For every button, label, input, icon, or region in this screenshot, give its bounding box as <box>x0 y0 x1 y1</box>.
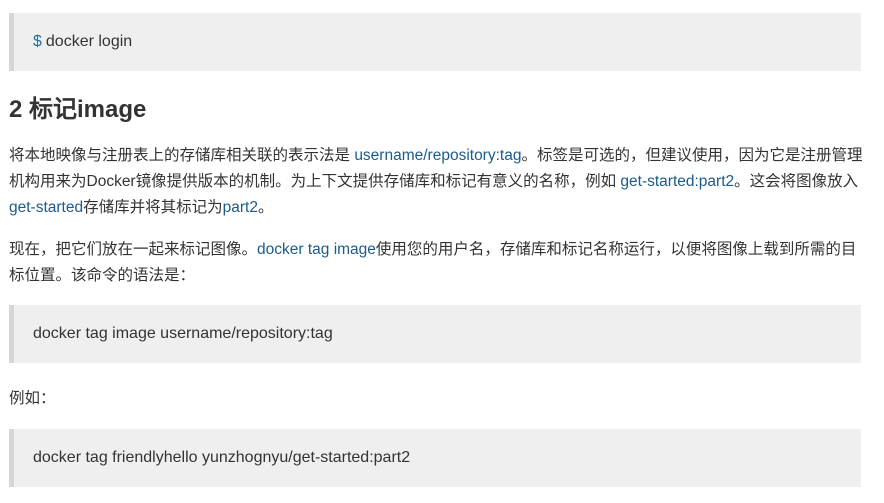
paragraph-example: 例如： <box>9 386 865 412</box>
paragraph-text: 。这会将图像放入 <box>734 173 859 190</box>
inline-code-username-repository-tag[interactable]: username/repository:tag <box>354 147 521 164</box>
code-command: docker login <box>45 33 133 50</box>
paragraph-text: 将本地映像与注册表上的存储库相关联的表示法是 <box>9 147 355 164</box>
code-block-tag-syntax: docker tag image username/repository:tag <box>9 305 861 363</box>
code-command: docker tag friendlyhello yunzhognyu/get-… <box>33 449 411 466</box>
paragraph-tag-command: 现在，把它们放在一起来标记图像。docker tag image使用您的用户名，… <box>9 237 865 289</box>
inline-code-part2[interactable]: part2 <box>223 199 258 216</box>
code-command: docker tag image username/repository:tag <box>33 325 333 342</box>
paragraph-text: 现在，把它们放在一起来标记图像。 <box>9 241 258 258</box>
inline-code-get-started[interactable]: get-started <box>9 199 83 216</box>
docker-tutorial-page: $ docker login 2 标记image 将本地映像与注册表上的存储库相… <box>0 0 884 503</box>
paragraph-text: 例如： <box>9 390 56 407</box>
inline-code-docker-tag-image[interactable]: docker tag image <box>257 241 376 258</box>
paragraph-tag-notation: 将本地映像与注册表上的存储库相关联的表示法是 username/reposito… <box>9 143 865 221</box>
paragraph-text: 。 <box>257 199 274 216</box>
shell-prompt: $ <box>33 33 42 50</box>
code-block-tag-example: docker tag friendlyhello yunzhognyu/get-… <box>9 429 861 487</box>
inline-code-get-started-part2[interactable]: get-started:part2 <box>620 173 734 190</box>
section-heading: 2 标记image <box>9 96 147 123</box>
paragraph-text: 存储库并将其标记为 <box>83 199 223 216</box>
code-block-docker-login: $ docker login <box>9 13 861 71</box>
